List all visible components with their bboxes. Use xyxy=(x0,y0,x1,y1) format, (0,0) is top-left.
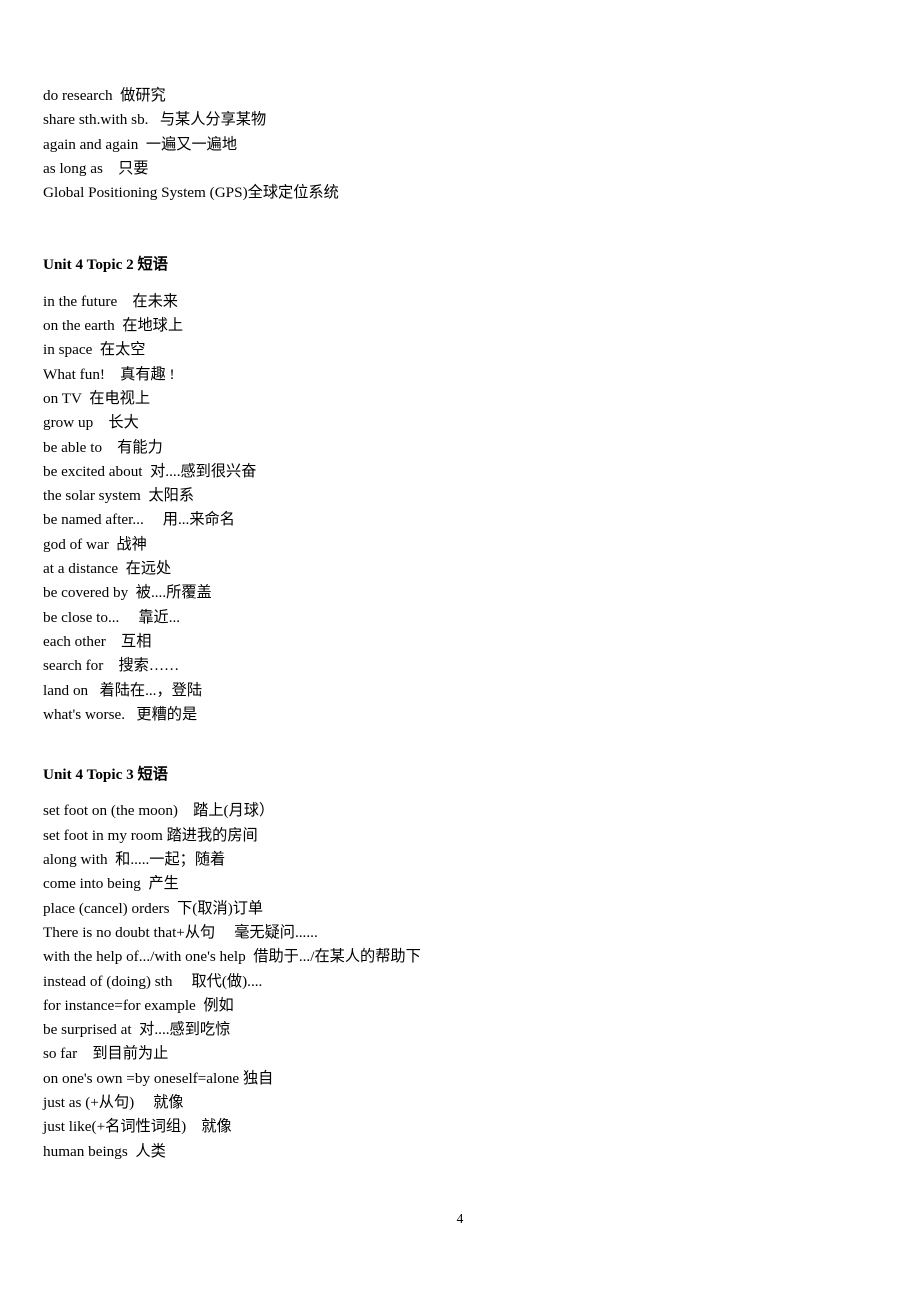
phrase-line: land on 着陆在...，登陆 xyxy=(43,681,203,699)
phrase-line: be close to... 靠近... xyxy=(43,608,181,626)
phrase-line: set foot in my room 踏进我的房间 xyxy=(43,826,258,844)
phrase-line: in the future 在未来 xyxy=(43,292,178,310)
phrase-line: for instance=for example 例如 xyxy=(43,996,234,1014)
phrase-line: human beings 人类 xyxy=(43,1142,166,1160)
phrase-line: come into being 产生 xyxy=(43,875,179,893)
phrase-line: at a distance 在远处 xyxy=(43,560,172,578)
section-unit4-topic3: Unit 4 Topic 3 短语 set foot on (the moon)… xyxy=(43,763,453,1164)
phrase-line: the solar system 太阳系 xyxy=(43,487,195,505)
section-unit4-topic2: Unit 4 Topic 2 短语 in the future 在未来 on t… xyxy=(43,253,453,727)
phrase-line: set foot on (the moon) 踏上(月球） xyxy=(43,802,275,820)
section-intro-phrases: do research 做研究 share sth.with sb. 与某人分享… xyxy=(43,84,453,205)
phrase-line: with the help of.../with one's help 借助于.… xyxy=(43,948,421,966)
heading-spacer xyxy=(43,787,453,799)
phrase-line: be excited about 对....感到很兴奋 xyxy=(43,462,257,480)
phrase-line: each other 互相 xyxy=(43,632,152,650)
phrase-line: place (cancel) orders 下(取消)订单 xyxy=(43,899,264,917)
phrase-line: Global Positioning System (GPS)全球定位系统 xyxy=(43,184,339,202)
phrase-line: be covered by 被....所覆盖 xyxy=(43,584,212,602)
phrase-line: What fun! 真有趣 ! xyxy=(43,365,175,383)
phrase-line: as long as 只要 xyxy=(43,159,149,177)
phrase-line: along with 和.....一起；随着 xyxy=(43,851,226,869)
phrase-line: on the earth 在地球上 xyxy=(43,317,184,335)
phrase-line: do research 做研究 xyxy=(43,87,166,104)
phrase-line: be named after... 用...来命名 xyxy=(43,511,235,529)
page-number: 4 xyxy=(456,1211,464,1226)
phrase-line: just as (+从句) 就像 xyxy=(43,1093,184,1111)
phrase-line: There is no doubt that+从句 毫无疑问...... xyxy=(43,923,318,941)
phrase-line: in space 在太空 xyxy=(43,341,146,359)
heading-spacer xyxy=(43,278,453,290)
document-page: do research 做研究 share sth.with sb. 与某人分享… xyxy=(0,0,920,1303)
phrase-line: so far 到目前为止 xyxy=(43,1045,169,1063)
phrase-line: be able to 有能力 xyxy=(43,438,163,456)
phrase-line: grow up 长大 xyxy=(43,414,139,432)
phrase-line: just like(+名词性词组) 就像 xyxy=(43,1118,232,1136)
phrase-line: instead of (doing) sth 取代(做).... xyxy=(43,972,263,990)
phrase-line: share sth.with sb. 与某人分享某物 xyxy=(43,111,267,129)
page-content: do research 做研究 share sth.with sb. 与某人分享… xyxy=(43,84,453,1164)
phrase-line: on one's own =by oneself=alone 独自 xyxy=(43,1069,274,1087)
section-heading-topic2: Unit 4 Topic 2 短语 xyxy=(43,256,168,274)
phrase-line: search for 搜索…… xyxy=(43,657,180,675)
phrase-line: god of war 战神 xyxy=(43,535,147,553)
phrase-line: what's worse. 更糟的是 xyxy=(43,705,198,723)
section-heading-topic3: Unit 4 Topic 3 短语 xyxy=(43,766,168,784)
phrase-line: again and again 一遍又一遍地 xyxy=(43,135,238,153)
phrase-line: on TV 在电视上 xyxy=(43,389,151,407)
phrase-line: be surprised at 对....感到吃惊 xyxy=(43,1021,231,1039)
